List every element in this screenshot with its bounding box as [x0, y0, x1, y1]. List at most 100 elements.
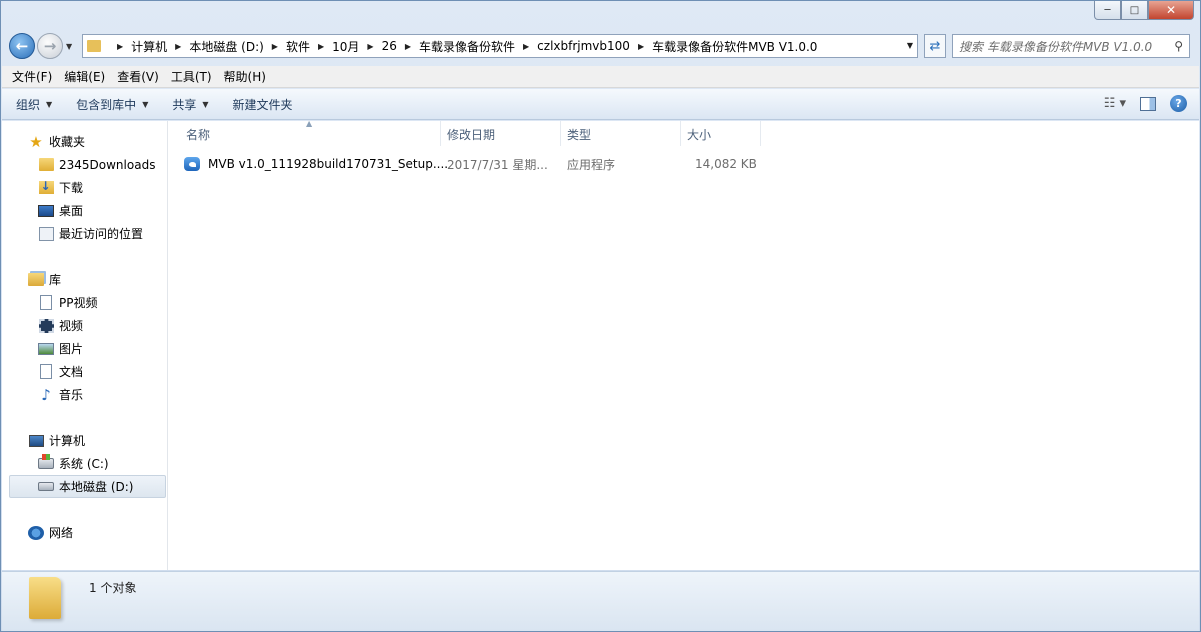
- sidebar-item-pp-video[interactable]: PP视频: [2, 291, 167, 314]
- command-bar: 组织 ▼ 包含到库中 ▼ 共享 ▼ 新建文件夹 ☷ ▾ ?: [2, 89, 1199, 120]
- library-icon: [28, 273, 44, 286]
- breadcrumb-separator-icon[interactable]: ▶: [405, 42, 411, 51]
- chevron-down-icon: ▼: [66, 41, 73, 51]
- sidebar-item-drive-c[interactable]: 系统 (C:): [2, 452, 167, 475]
- column-divider[interactable]: [440, 121, 441, 146]
- maximize-button[interactable]: □: [1121, 1, 1148, 20]
- chevron-down-icon: ▼: [46, 99, 53, 109]
- sidebar-item-label: 图片: [59, 342, 84, 356]
- sidebar-item-drive-d[interactable]: 本地磁盘 (D:): [9, 475, 166, 498]
- back-button[interactable]: ←: [9, 33, 35, 59]
- downloads-folder-icon: [38, 179, 54, 194]
- navigation-pane: ★ 收藏夹 2345Downloads 下载 桌面 最近访问的位置: [2, 121, 168, 570]
- include-in-library-label: 包含到库中: [76, 97, 137, 112]
- sidebar-item-libraries[interactable]: 库: [2, 268, 167, 291]
- breadcrumb-czlxbfrjmvb100[interactable]: czlxbfrjmvb100: [537, 39, 630, 53]
- sidebar-item-recent-places[interactable]: 最近访问的位置: [2, 222, 167, 245]
- menu-edit[interactable]: 编辑(E): [64, 68, 105, 85]
- breadcrumb-separator-icon[interactable]: ▶: [175, 42, 181, 51]
- column-divider[interactable]: [760, 121, 761, 146]
- file-name: MVB v1.0_111928build170731_Setup....: [208, 157, 449, 171]
- sidebar-item-videos[interactable]: 视频: [2, 314, 167, 337]
- favorites-group: ★ 收藏夹 2345Downloads 下载 桌面 最近访问的位置: [2, 121, 167, 245]
- sidebar-item-network[interactable]: 网络: [2, 521, 167, 544]
- column-divider[interactable]: [680, 121, 681, 146]
- refresh-icon: ⇄: [929, 38, 941, 54]
- organize-label: 组织: [16, 97, 41, 112]
- menu-help[interactable]: 帮助(H): [224, 68, 266, 85]
- address-bar[interactable]: ▶ 计算机 ▶ 本地磁盘 (D:) ▶ 软件 ▶ 10月 ▶ 26 ▶ 车载录像…: [82, 34, 918, 58]
- navigation-bar: ← → ▼ ▶ 计算机 ▶ 本地磁盘 (D:) ▶ 软件 ▶ 10月 ▶ 26 …: [9, 31, 1192, 61]
- minimize-button[interactable]: ─: [1094, 1, 1121, 20]
- breadcrumb-separator-icon[interactable]: ▶: [117, 42, 123, 51]
- preview-pane-icon[interactable]: [1140, 96, 1156, 111]
- breadcrumb-separator-icon[interactable]: ▶: [523, 42, 529, 51]
- breadcrumb-separator-icon[interactable]: ▶: [318, 42, 324, 51]
- sidebar-item-2345downloads[interactable]: 2345Downloads: [2, 153, 167, 176]
- breadcrumb-separator-icon[interactable]: ▶: [367, 42, 373, 51]
- breadcrumb-backup-software[interactable]: 车载录像备份软件: [419, 38, 515, 55]
- breadcrumb-software[interactable]: 软件: [286, 38, 310, 55]
- sort-ascending-icon: ▲: [306, 119, 313, 128]
- sidebar-item-label: 音乐: [59, 388, 84, 402]
- sidebar-item-computer[interactable]: 计算机: [2, 429, 167, 452]
- sidebar-item-downloads[interactable]: 下载: [2, 176, 167, 199]
- new-folder-label: 新建文件夹: [232, 97, 293, 112]
- include-in-library-button[interactable]: 包含到库中 ▼: [76, 96, 148, 113]
- recent-pages-dropdown[interactable]: ▼: [66, 42, 76, 51]
- sidebar-item-pictures[interactable]: 图片: [2, 337, 167, 360]
- column-header-size[interactable]: 大小: [687, 126, 711, 146]
- sidebar-item-music[interactable]: ♪ 音乐: [2, 383, 167, 406]
- breadcrumb-separator-icon[interactable]: ▶: [638, 42, 644, 51]
- menu-file[interactable]: 文件(F): [12, 68, 52, 85]
- search-placeholder: 搜索 车载录像备份软件MVB V1.0.0: [959, 39, 1153, 54]
- organize-button[interactable]: 组织 ▼: [16, 96, 52, 113]
- breadcrumb-october[interactable]: 10月: [332, 38, 359, 55]
- recent-places-icon: [38, 226, 54, 241]
- sidebar-item-label: 计算机: [49, 434, 86, 448]
- refresh-button[interactable]: ⇄: [924, 34, 946, 58]
- chevron-down-icon: ▼: [142, 99, 149, 109]
- desktop-icon: [38, 204, 54, 217]
- application-icon: [184, 157, 200, 171]
- sidebar-item-label: 桌面: [59, 204, 84, 218]
- sidebar-item-label: 最近访问的位置: [59, 227, 144, 241]
- computer-group: 计算机 系统 (C:) 本地磁盘 (D:): [2, 406, 167, 498]
- help-icon[interactable]: ?: [1170, 95, 1187, 112]
- search-icon[interactable]: ⚲: [1174, 39, 1183, 53]
- document-icon: [40, 364, 52, 379]
- system-drive-icon: [38, 454, 54, 469]
- column-header-name[interactable]: 名称: [186, 126, 210, 146]
- breadcrumb-computer[interactable]: 计算机: [131, 38, 167, 55]
- view-options-icon[interactable]: ☷ ▾: [1104, 96, 1126, 111]
- column-header-modified[interactable]: 修改日期: [447, 126, 495, 146]
- column-header-row: ▲ 名称 修改日期 类型 大小: [168, 119, 1199, 146]
- new-folder-button[interactable]: 新建文件夹: [233, 96, 293, 113]
- sidebar-item-label: 视频: [59, 319, 84, 333]
- picture-icon: [38, 342, 54, 355]
- caption-buttons: ─ □ ✕: [1094, 1, 1194, 20]
- breadcrumb-separator-icon[interactable]: ▶: [272, 42, 278, 51]
- address-history-dropdown-icon[interactable]: ▼: [907, 41, 913, 50]
- explorer-window: ─ □ ✕ ← → ▼ ▶ 计算机 ▶ 本地磁盘 (D:) ▶ 软件 ▶ 10月…: [0, 0, 1201, 632]
- forward-button[interactable]: →: [37, 33, 63, 59]
- search-input[interactable]: 搜索 车载录像备份软件MVB V1.0.0 ⚲: [952, 34, 1190, 58]
- column-header-type[interactable]: 类型: [567, 126, 591, 146]
- sidebar-item-desktop[interactable]: 桌面: [2, 199, 167, 222]
- sidebar-item-documents[interactable]: 文档: [2, 360, 167, 383]
- sidebar-item-favorites[interactable]: ★ 收藏夹: [2, 130, 167, 153]
- column-divider[interactable]: [560, 121, 561, 146]
- menu-tools[interactable]: 工具(T): [171, 68, 212, 85]
- menu-view[interactable]: 查看(V): [117, 68, 159, 85]
- close-button[interactable]: ✕: [1148, 1, 1194, 20]
- share-button[interactable]: 共享 ▼: [172, 96, 208, 113]
- sidebar-item-label: 库: [49, 273, 62, 287]
- breadcrumb-26[interactable]: 26: [382, 39, 397, 53]
- libraries-group: 库 PP视频 视频 图片 文档 ♪ 音乐: [2, 245, 167, 406]
- file-row[interactable]: MVB v1.0_111928build170731_Setup.... 201…: [184, 154, 764, 174]
- sidebar-item-label: 系统 (C:): [59, 457, 109, 471]
- breadcrumb-current-folder[interactable]: 车载录像备份软件MVB V1.0.0: [652, 38, 817, 55]
- video-film-icon: [38, 318, 54, 333]
- breadcrumb-drive-d[interactable]: 本地磁盘 (D:): [189, 38, 263, 55]
- share-label: 共享: [172, 97, 197, 112]
